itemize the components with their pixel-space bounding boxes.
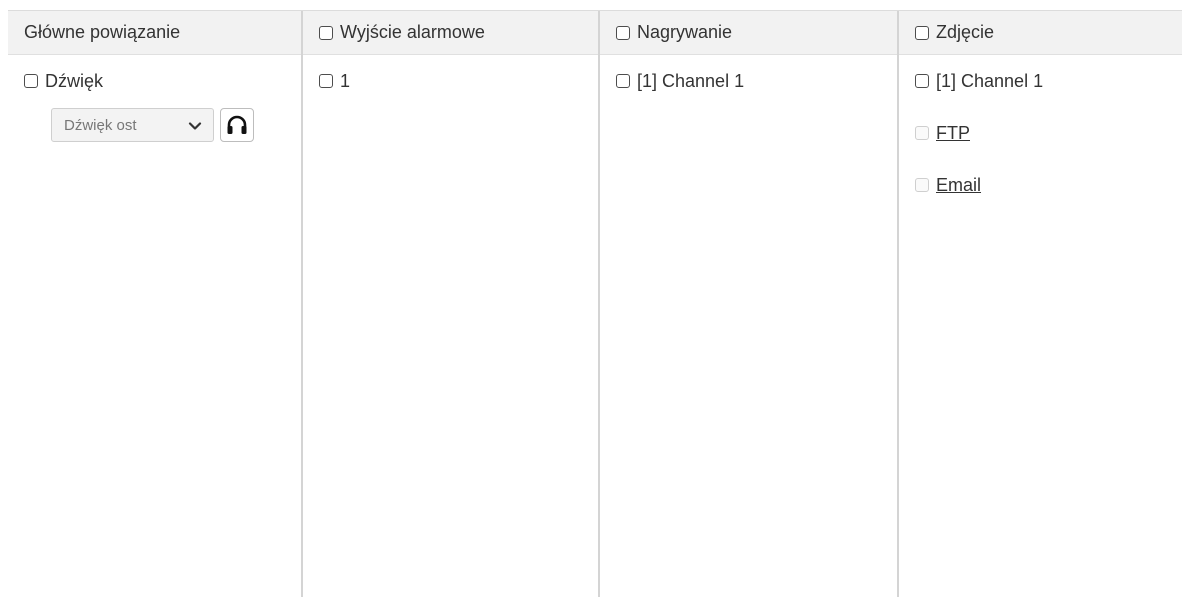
linkage-columns: Główne powiązanie Dźwięk Dźwięk ost Wyjś… [8,11,1182,597]
column-recording: Nagrywanie [1] Channel 1 [600,11,899,597]
sound-checkbox[interactable] [24,74,38,88]
column-header-label: Nagrywanie [637,22,733,42]
ftp-link[interactable]: FTP [936,123,970,144]
headphones-icon [227,115,247,134]
column-header-label: Zdjęcie [936,22,995,42]
sound-option[interactable]: Dźwięk [8,69,301,93]
snapshot-all-checkbox[interactable] [915,25,929,40]
alarm-output-checkbox[interactable] [319,74,333,88]
column-header-label: Wyjście alarmowe [340,22,485,42]
column-body: [1] Channel 1 FTP Email [899,55,1182,197]
chevron-down-icon [188,122,202,130]
snapshot-channel-item[interactable]: [1] Channel 1 [899,69,1182,93]
listen-sound-button[interactable] [220,108,254,142]
alarm-output-label: 1 [340,70,351,91]
snapshot-ftp-item: FTP [899,121,1182,145]
alarm-output-item[interactable]: 1 [303,69,598,93]
email-checkbox [915,178,929,192]
column-alarm-output: Wyjście alarmowe 1 [303,11,600,597]
column-body: [1] Channel 1 [600,55,897,93]
snapshot-channel-label: [1] Channel 1 [936,70,1044,91]
column-header-label: Główne powiązanie [24,22,181,42]
column-header-recording[interactable]: Nagrywanie [600,11,897,55]
column-body: 1 [303,55,598,93]
snapshot-email-item: Email [899,173,1182,197]
recording-channel-label: [1] Channel 1 [637,70,745,91]
sound-select[interactable]: Dźwięk ost [51,108,214,142]
sound-controls: Dźwięk ost [8,108,301,142]
recording-channel-checkbox[interactable] [616,74,630,88]
column-body: Dźwięk Dźwięk ost [8,55,301,142]
column-snapshot: Zdjęcie [1] Channel 1 FTP Email [899,11,1182,597]
snapshot-channel-checkbox[interactable] [915,74,929,88]
column-header-main-link: Główne powiązanie [8,11,301,55]
linkage-panel: Główne powiązanie Dźwięk Dźwięk ost Wyjś… [8,10,1182,597]
column-header-snapshot[interactable]: Zdjęcie [899,11,1182,55]
column-header-alarm-output[interactable]: Wyjście alarmowe [303,11,598,55]
recording-channel-item[interactable]: [1] Channel 1 [600,69,897,93]
sound-select-value: Dźwięk ost [64,116,137,134]
column-main-link: Główne powiązanie Dźwięk Dźwięk ost [8,11,303,597]
ftp-checkbox [915,126,929,140]
recording-all-checkbox[interactable] [616,25,630,40]
email-link[interactable]: Email [936,175,981,196]
sound-label: Dźwięk [45,70,104,91]
alarm-output-all-checkbox[interactable] [319,25,333,40]
